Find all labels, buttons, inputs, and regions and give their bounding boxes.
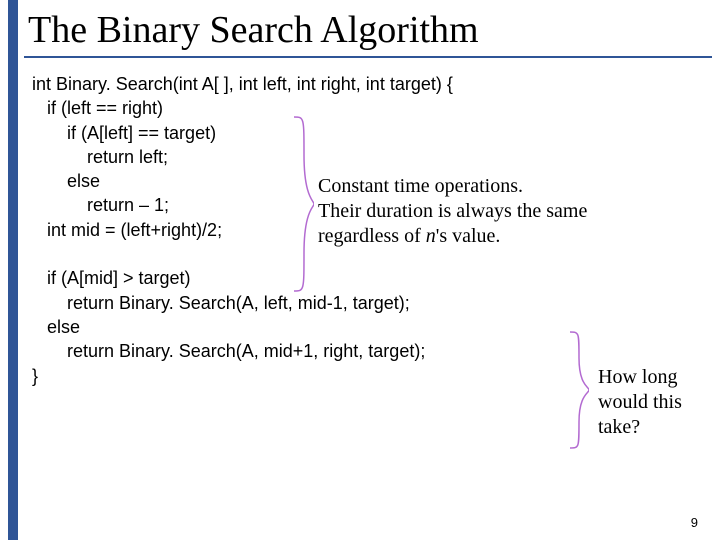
code-line: return Binary. Search(A, mid+1, right, t… xyxy=(32,341,425,361)
slide-title: The Binary Search Algorithm xyxy=(24,0,712,58)
code-line: if (left == right) xyxy=(32,98,163,118)
code-line: return – 1; xyxy=(32,195,169,215)
slide-frame: The Binary Search Algorithm int Binary. … xyxy=(8,0,712,540)
code-line: } xyxy=(32,366,38,386)
annotation-constant-time: Constant time operations. Their duration… xyxy=(318,174,658,249)
page-number: 9 xyxy=(691,515,698,530)
code-line: else xyxy=(32,171,100,191)
code-line: else xyxy=(32,317,80,337)
code-line: return Binary. Search(A, left, mid-1, ta… xyxy=(32,293,410,313)
code-line: int mid = (left+right)/2; xyxy=(32,220,222,240)
annotation-how-long: How long would this take? xyxy=(598,365,718,440)
code-line: if (A[mid] > target) xyxy=(32,268,191,288)
code-line: int Binary. Search(int A[ ], int left, i… xyxy=(32,74,453,94)
annotation-italic: n xyxy=(426,225,436,247)
code-line: if (A[left] == target) xyxy=(32,123,216,143)
code-line: return left; xyxy=(32,147,168,167)
annotation-text: 's value. xyxy=(436,225,501,247)
